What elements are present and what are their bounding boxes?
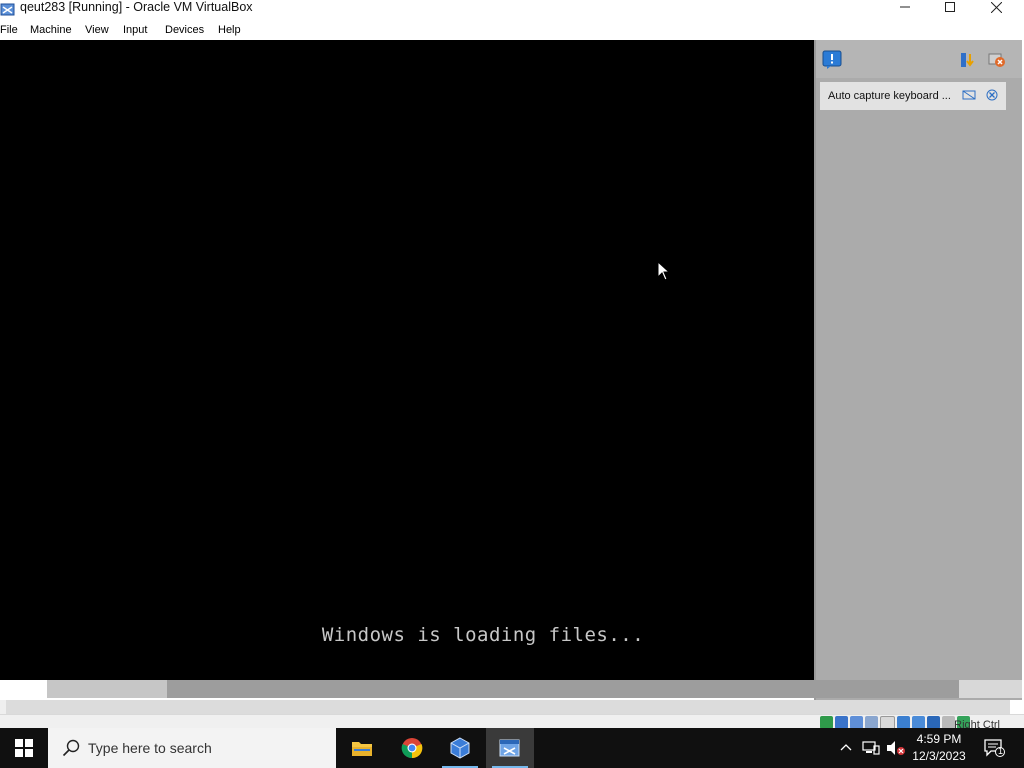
horizontal-scrollbar-track[interactable] — [47, 680, 959, 698]
notification-center-panel: Auto capture keyboard ... — [814, 40, 1022, 700]
chrome-icon — [401, 738, 423, 759]
horizontal-scrollbar-thumb[interactable] — [47, 680, 167, 698]
menu-file[interactable]: File — [0, 23, 18, 37]
windows-logo-icon — [15, 739, 33, 757]
vm-display[interactable]: Windows is loading files... — [0, 40, 814, 680]
lower-scrollbar[interactable] — [0, 700, 1010, 714]
notification-text: Auto capture keyboard ... — [828, 90, 951, 102]
vm-status-bar: Right Ctrl — [0, 714, 1024, 731]
minimize-icon — [900, 6, 910, 8]
menu-input[interactable]: Input — [123, 23, 147, 37]
dismiss-all-icon[interactable] — [988, 51, 1006, 69]
folder-icon — [352, 742, 372, 756]
menu-devices[interactable]: Devices — [165, 23, 204, 37]
action-center-icon[interactable]: 1 — [984, 739, 1006, 757]
keyboard-capture-icon[interactable] — [962, 89, 976, 101]
network-tray-icon[interactable] — [862, 740, 880, 756]
virtualbox-icon — [0, 1, 16, 17]
menu-bar: File Machine View Input Devices Help — [0, 20, 1024, 40]
minimize-button[interactable] — [882, 0, 928, 14]
vm-window-icon — [499, 739, 520, 757]
close-icon — [990, 1, 1002, 13]
menu-view[interactable]: View — [85, 23, 109, 37]
maximize-icon — [945, 2, 955, 12]
taskbar-vm-window[interactable] — [486, 728, 534, 768]
taskbar-file-explorer[interactable] — [338, 728, 386, 768]
scrollbar-right-area — [959, 680, 1022, 698]
window-title: qeut283 [Running] - Oracle VM VirtualBox — [20, 0, 253, 14]
show-hidden-icons-chevron-icon[interactable] — [838, 740, 854, 756]
boot-loading-message: Windows is loading files... — [321, 624, 645, 646]
notification-item[interactable]: Auto capture keyboard ... — [820, 82, 1006, 110]
taskbar-search-box[interactable]: Type here to search — [48, 728, 336, 768]
panel-resize-handle[interactable] — [814, 40, 816, 700]
mouse-pointer-icon — [657, 260, 671, 281]
system-clock[interactable]: 4:59 PM 12/3/2023 — [906, 731, 972, 765]
windows-taskbar: Type here to search 4:59 PM 12/3/2023 1 — [0, 728, 1024, 768]
clock-date: 12/3/2023 — [912, 749, 966, 763]
search-icon — [62, 739, 80, 757]
start-button[interactable] — [0, 728, 48, 768]
sort-notifications-icon[interactable] — [960, 52, 976, 68]
close-button[interactable] — [973, 0, 1019, 14]
clock-time: 4:59 PM — [916, 732, 962, 746]
lower-scrollbar-left-arrow[interactable] — [0, 700, 6, 714]
maximize-button[interactable] — [927, 0, 973, 14]
menu-help[interactable]: Help — [218, 23, 241, 37]
virtualbox-cube-icon — [450, 737, 470, 759]
notification-count-badge: 1 — [997, 746, 1003, 756]
menu-machine[interactable]: Machine — [30, 23, 72, 37]
search-placeholder: Type here to search — [88, 740, 212, 756]
taskbar-virtualbox[interactable] — [436, 728, 484, 768]
taskbar-chrome[interactable] — [388, 728, 436, 768]
notification-center-toggle-icon[interactable] — [822, 50, 842, 70]
window-title-bar: qeut283 [Running] - Oracle VM VirtualBox — [0, 0, 1024, 20]
volume-muted-icon[interactable] — [886, 740, 905, 756]
close-notification-icon[interactable] — [986, 89, 998, 101]
